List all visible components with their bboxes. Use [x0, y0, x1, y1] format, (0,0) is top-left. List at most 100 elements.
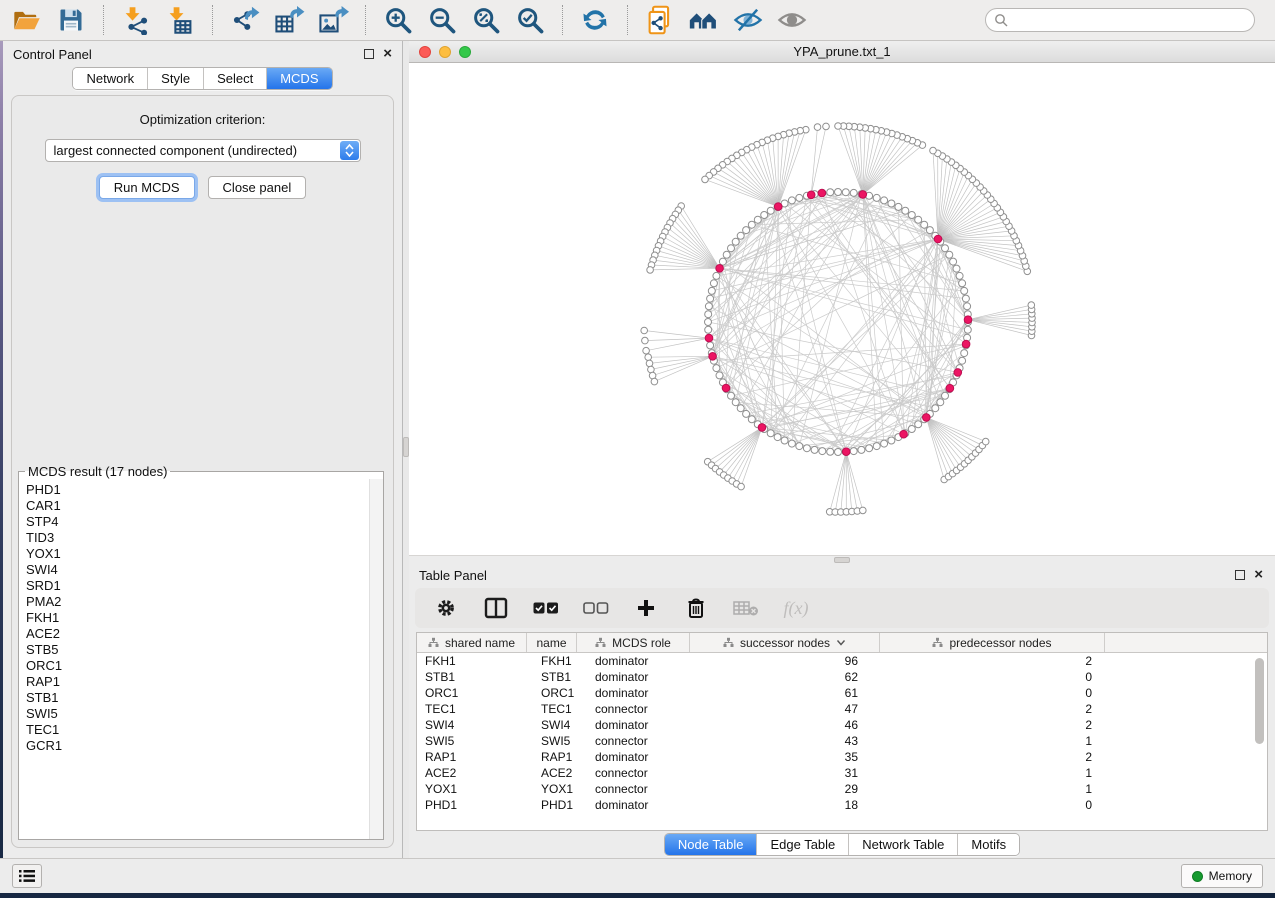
network-node[interactable]: [926, 227, 933, 234]
column-header-name[interactable]: name: [527, 633, 577, 652]
network-node[interactable]: [732, 238, 739, 245]
search-box[interactable]: [985, 8, 1255, 32]
network-node[interactable]: [908, 212, 915, 219]
network-node[interactable]: [982, 438, 989, 445]
hide-selected-icon[interactable]: [731, 3, 765, 37]
show-hidden-icon[interactable]: [775, 3, 809, 37]
network-node[interactable]: [767, 430, 774, 437]
network-node[interactable]: [873, 194, 880, 201]
network-node[interactable]: [754, 216, 761, 223]
network-node[interactable]: [881, 197, 888, 204]
table-row[interactable]: STB1STB1dominator620: [417, 669, 1267, 685]
network-node[interactable]: [774, 434, 781, 441]
network-node[interactable]: [827, 189, 834, 196]
mcds-node[interactable]: [923, 414, 931, 422]
network-node[interactable]: [796, 443, 803, 450]
network-node[interactable]: [643, 347, 650, 354]
maximize-window-icon[interactable]: [459, 46, 471, 58]
mcds-result-item[interactable]: YOX1: [26, 546, 369, 562]
zoom-fit-icon[interactable]: [469, 3, 503, 37]
network-share-icon[interactable]: [643, 3, 677, 37]
network-node[interactable]: [707, 342, 714, 349]
network-node[interactable]: [748, 221, 755, 228]
mcds-result-item[interactable]: STP4: [26, 514, 369, 530]
network-node[interactable]: [707, 295, 714, 302]
network-node[interactable]: [950, 258, 957, 265]
tab-style[interactable]: Style: [148, 68, 204, 89]
mcds-node[interactable]: [964, 316, 972, 324]
network-node[interactable]: [723, 251, 730, 258]
mcds-result-item[interactable]: TEC1: [26, 722, 369, 738]
home-networks-icon[interactable]: [687, 3, 721, 37]
mcds-result-item[interactable]: PMA2: [26, 594, 369, 610]
network-node[interactable]: [930, 147, 937, 154]
network-node[interactable]: [767, 207, 774, 214]
mcds-result-item[interactable]: SWI5: [26, 706, 369, 722]
table-scrollbar-thumb[interactable]: [1255, 658, 1264, 744]
mcds-result-item[interactable]: STB5: [26, 642, 369, 658]
mcds-node[interactable]: [705, 334, 713, 342]
network-node[interactable]: [953, 265, 960, 272]
network-graph[interactable]: [409, 63, 1275, 555]
network-node[interactable]: [710, 280, 717, 287]
add-column-icon[interactable]: [633, 595, 659, 621]
network-node[interactable]: [651, 378, 658, 385]
mcds-node[interactable]: [900, 430, 908, 438]
network-node[interactable]: [827, 448, 834, 455]
network-node[interactable]: [895, 203, 902, 210]
network-node[interactable]: [737, 405, 744, 412]
table-row[interactable]: ACE2ACE2connector311: [417, 765, 1267, 781]
network-node[interactable]: [961, 287, 968, 294]
save-session-icon[interactable]: [54, 3, 88, 37]
network-node[interactable]: [964, 303, 971, 310]
network-node[interactable]: [719, 258, 726, 265]
float-panel-icon[interactable]: [364, 49, 374, 59]
network-node[interactable]: [959, 280, 966, 287]
network-node[interactable]: [888, 200, 895, 207]
network-node[interactable]: [888, 437, 895, 444]
table-row[interactable]: SWI5SWI5connector431: [417, 733, 1267, 749]
mcds-result-item[interactable]: FKH1: [26, 610, 369, 626]
network-node[interactable]: [942, 392, 949, 399]
mcds-node[interactable]: [722, 384, 730, 392]
import-network-icon[interactable]: [119, 3, 153, 37]
network-node[interactable]: [902, 207, 909, 214]
network-node[interactable]: [811, 446, 818, 453]
delete-column-icon[interactable]: [683, 595, 709, 621]
mcds-result-item[interactable]: SRD1: [26, 578, 369, 594]
mcds-result-item[interactable]: ORC1: [26, 658, 369, 674]
table-row[interactable]: TEC1TEC1connector472: [417, 701, 1267, 717]
mcds-result-item[interactable]: ACE2: [26, 626, 369, 642]
column-header-successor-nodes[interactable]: successor nodes: [690, 633, 880, 652]
network-node[interactable]: [823, 123, 830, 130]
table-row[interactable]: PHD1PHD1dominator180: [417, 797, 1267, 813]
splitter-handle[interactable]: [834, 557, 850, 563]
table-row[interactable]: FKH1FKH1dominator962: [417, 653, 1267, 669]
network-node[interactable]: [921, 221, 928, 228]
network-node[interactable]: [956, 272, 963, 279]
tab-node-table[interactable]: Node Table: [665, 834, 758, 855]
network-node[interactable]: [937, 399, 944, 406]
table-scrollbar[interactable]: [1254, 655, 1265, 828]
minimize-window-icon[interactable]: [439, 46, 451, 58]
network-node[interactable]: [748, 416, 755, 423]
network-node[interactable]: [946, 251, 953, 258]
zoom-selected-icon[interactable]: [513, 3, 547, 37]
network-node[interactable]: [728, 392, 735, 399]
export-table-icon[interactable]: [272, 3, 306, 37]
network-node[interactable]: [728, 245, 735, 252]
network-node[interactable]: [850, 448, 857, 455]
column-header-MCDS-role[interactable]: MCDS role: [577, 633, 690, 652]
network-node[interactable]: [796, 194, 803, 201]
column-header-predecessor-nodes[interactable]: predecessor nodes: [880, 633, 1105, 652]
network-node[interactable]: [788, 197, 795, 204]
network-node[interactable]: [647, 267, 654, 274]
network-node[interactable]: [915, 421, 922, 428]
mcds-node[interactable]: [818, 189, 826, 197]
float-panel-icon[interactable]: [1235, 570, 1245, 580]
optimization-criterion-select[interactable]: largest connected component (undirected): [45, 139, 361, 162]
horizontal-splitter[interactable]: [409, 555, 1275, 563]
network-node[interactable]: [835, 189, 842, 196]
network-node[interactable]: [962, 295, 969, 302]
close-window-icon[interactable]: [419, 46, 431, 58]
